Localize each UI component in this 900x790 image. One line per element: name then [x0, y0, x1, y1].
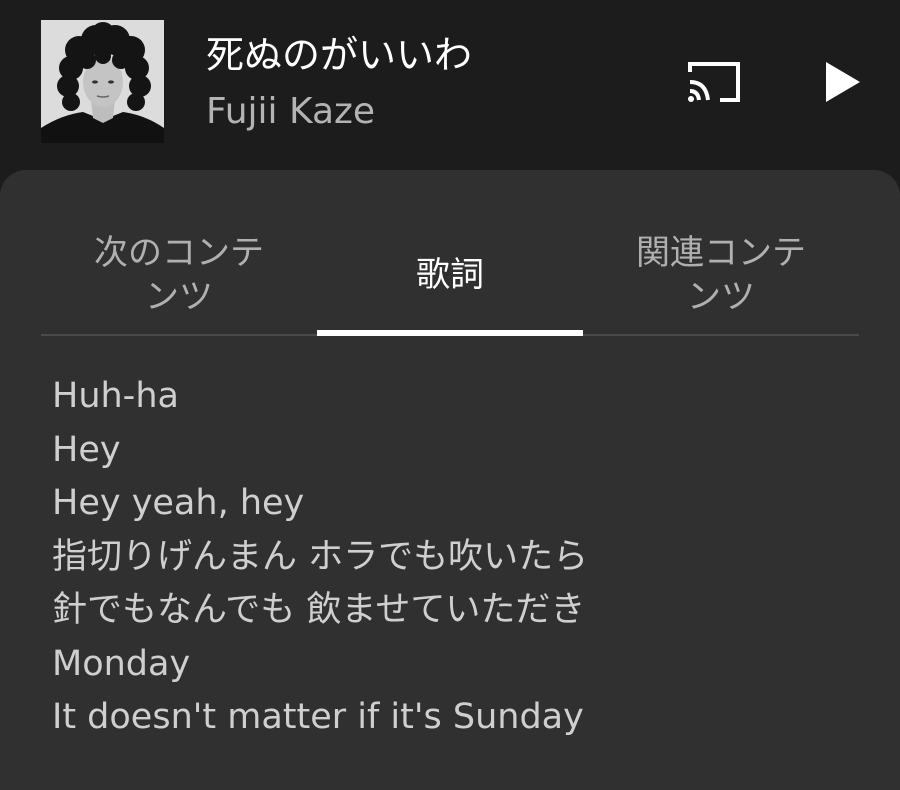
tab-lyrics-label: 歌詞 [416, 255, 484, 295]
album-art[interactable] [41, 20, 164, 143]
lyrics-panel[interactable]: Huh-ha Hey Hey yeah, hey 指切りげんまん ホラでも吹いた… [52, 370, 872, 745]
tab-up-next-label: 次のコンテ ンツ [94, 233, 264, 317]
tab-bar: 次のコンテ ンツ 歌詞 関連コンテ ンツ [41, 216, 859, 336]
lyric-line: Hey yeah, hey [52, 483, 305, 523]
cast-button[interactable] [682, 56, 746, 108]
song-title: 死ぬのがいいわ [206, 33, 473, 77]
play-button[interactable] [812, 52, 872, 112]
lyric-line: 指切りげんまん ホラでも吹いたら [52, 536, 589, 577]
lyric-line: Hey [52, 429, 121, 470]
lyric-line: It doesn't matter if it's Sunday [52, 697, 584, 737]
cast-icon [688, 62, 740, 102]
now-playing-bar: 死ぬのがいいわ Fujii Kaze [0, 0, 900, 170]
lyric-line: Huh-ha [52, 376, 179, 416]
artist-portrait-image [41, 20, 164, 143]
tab-related-label: 関連コンテ ンツ [636, 233, 806, 317]
tab-lyrics[interactable]: 歌詞 [317, 216, 583, 334]
tab-up-next[interactable]: 次のコンテ ンツ [41, 216, 317, 334]
lyric-line: 針でもなんでも 飲ませていただき [52, 590, 586, 630]
tab-related[interactable]: 関連コンテ ンツ [583, 216, 859, 334]
lyric-line: Monday [52, 643, 191, 684]
active-tab-indicator [317, 330, 583, 336]
artist-name: Fujii Kaze [206, 91, 376, 132]
content-sheet: 次のコンテ ンツ 歌詞 関連コンテ ンツ Huh-ha Hey Hey yeah, … [0, 170, 900, 790]
play-icon [826, 62, 860, 102]
